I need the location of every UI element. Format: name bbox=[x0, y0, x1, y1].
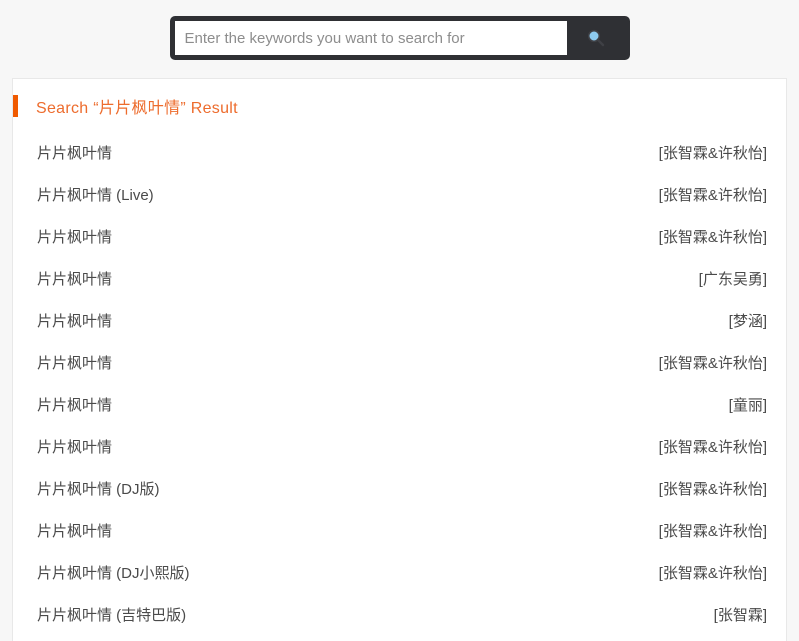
song-title: 片片枫叶情 (Live) bbox=[37, 186, 154, 204]
list-item[interactable]: 片片枫叶情 (吉特巴版) [张智霖] bbox=[13, 593, 786, 635]
song-artist: [张智霖&许秋怡] bbox=[658, 438, 767, 456]
song-title: 片片枫叶情 bbox=[37, 228, 113, 246]
list-item[interactable]: 片片枫叶情 [张智霖&许秋怡] bbox=[13, 425, 786, 467]
list-item[interactable]: 片片枫叶情 (DJ小熙版) [张智霖&许秋怡] bbox=[13, 551, 786, 593]
song-artist: [广东吴勇] bbox=[698, 270, 767, 288]
song-artist: [梦涵] bbox=[728, 312, 767, 330]
list-item[interactable]: 片片枫叶情 (Live) [张智霖&许秋怡] bbox=[13, 173, 786, 215]
song-title: 片片枫叶情 (DJ小熙版) bbox=[37, 564, 190, 582]
list-item[interactable]: 片片枫叶情 [广东吴勇] bbox=[13, 257, 786, 299]
list-item[interactable]: 片片枫叶情 [张智霖&许秋怡] bbox=[13, 131, 786, 173]
list-item[interactable]: 片片枫叶情 [童丽] bbox=[13, 383, 786, 425]
results-heading: Search “片片枫叶情” Result bbox=[13, 95, 786, 117]
song-artist: [童丽] bbox=[728, 396, 767, 414]
song-title: 片片枫叶情 bbox=[37, 312, 113, 330]
song-title: 片片枫叶情 bbox=[37, 144, 113, 162]
song-title: 片片枫叶情 (DJ版) bbox=[37, 480, 160, 498]
list-item[interactable]: 片片枫叶情 [张智霖&许秋怡] bbox=[13, 215, 786, 257]
song-artist: [张智霖&许秋怡] bbox=[658, 186, 767, 204]
search-icon bbox=[586, 28, 606, 48]
list-item[interactable]: 片片枫叶情 [梦涵] bbox=[13, 299, 786, 341]
song-artist: [张智霖&许秋怡] bbox=[658, 228, 767, 246]
list-item[interactable]: 片片枫叶情 [张智霖&许秋怡] bbox=[13, 509, 786, 551]
result-list: 片片枫叶情 [张智霖&许秋怡] 片片枫叶情 (Live) [张智霖&许秋怡] 片… bbox=[13, 131, 786, 635]
song-artist: [张智霖] bbox=[713, 606, 767, 624]
song-title: 片片枫叶情 (吉特巴版) bbox=[37, 606, 187, 624]
song-artist: [张智霖&许秋怡] bbox=[658, 522, 767, 540]
song-artist: [张智霖&许秋怡] bbox=[658, 354, 767, 372]
accent-bar bbox=[13, 95, 18, 117]
page-title: Search “片片枫叶情” Result bbox=[36, 100, 238, 117]
search-input[interactable] bbox=[174, 21, 567, 55]
search-button[interactable] bbox=[567, 21, 625, 55]
song-artist: [张智霖&许秋怡] bbox=[658, 480, 767, 498]
list-item[interactable]: 片片枫叶情 (DJ版) [张智霖&许秋怡] bbox=[13, 467, 786, 509]
song-artist: [张智霖&许秋怡] bbox=[658, 144, 767, 162]
list-item[interactable]: 片片枫叶情 [张智霖&许秋怡] bbox=[13, 341, 786, 383]
search-area bbox=[0, 0, 799, 78]
song-title: 片片枫叶情 bbox=[37, 270, 113, 288]
song-artist: [张智霖&许秋怡] bbox=[658, 564, 767, 582]
search-results-panel: Search “片片枫叶情” Result 片片枫叶情 [张智霖&许秋怡] 片片… bbox=[12, 78, 787, 641]
song-title: 片片枫叶情 bbox=[37, 354, 113, 372]
song-title: 片片枫叶情 bbox=[37, 396, 113, 414]
song-title: 片片枫叶情 bbox=[37, 438, 113, 456]
search-bar bbox=[169, 16, 630, 60]
song-title: 片片枫叶情 bbox=[37, 522, 113, 540]
